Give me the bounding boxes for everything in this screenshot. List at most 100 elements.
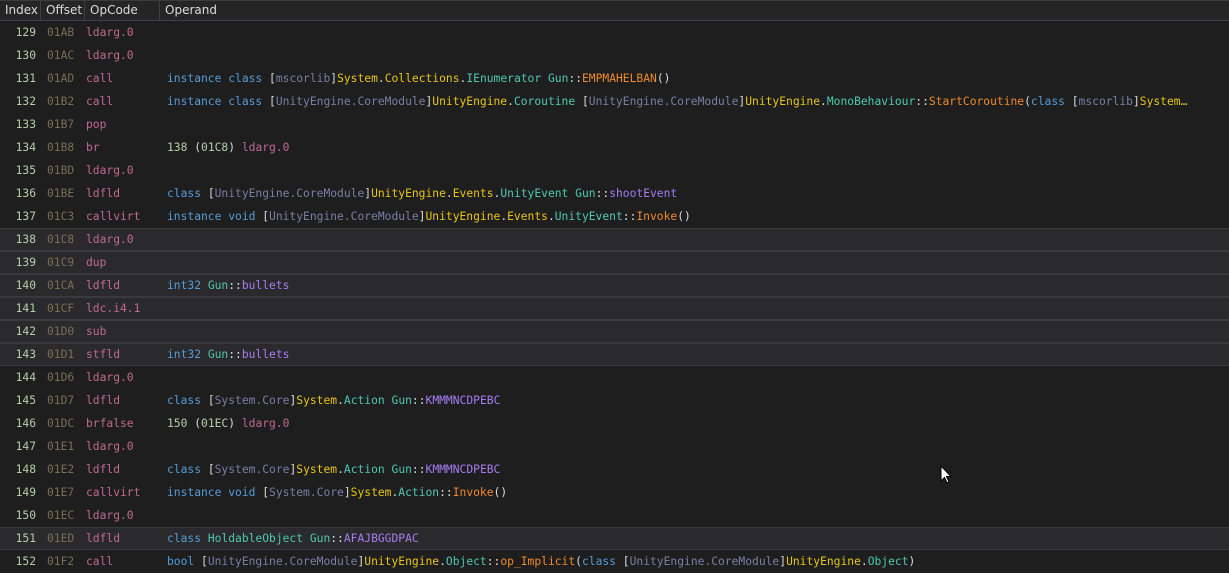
instruction-operand: 138 (01C8) ldarg.0 — [167, 141, 1229, 154]
operand-token: System — [296, 394, 338, 407]
operand-token: :: — [330, 532, 344, 545]
operand-token: UnityEvent — [500, 187, 569, 200]
instruction-index: 129 — [15, 26, 36, 39]
instruction-offset: 01C3 — [47, 210, 75, 223]
instruction-list: 129 01AB ldarg.0 130 01AC ldarg.0 131 01AD call i… — [0, 21, 1229, 573]
operand-token: ( — [187, 417, 202, 430]
instruction-row[interactable]: 140 01CA ldfld int32 Gun::bullets — [0, 274, 1229, 297]
operand-token: ldarg.0 — [241, 141, 290, 154]
operand-token: Action — [398, 486, 440, 499]
instruction-row[interactable]: 133 01B7 pop — [0, 113, 1229, 136]
operand-token: UnityEngine.CoreModule — [269, 210, 419, 223]
operand-token: :: — [595, 187, 610, 200]
operand-token: Gun — [391, 463, 412, 476]
operand-token: [ — [207, 463, 215, 476]
instruction-opcode: ldfld — [86, 187, 121, 200]
instruction-index: 135 — [15, 164, 36, 177]
instruction-index: 137 — [15, 210, 36, 223]
instruction-index: 136 — [15, 187, 36, 200]
instruction-row[interactable]: 149 01E7 callvirt instance void [System.Cor… — [0, 481, 1229, 504]
instruction-row[interactable]: 136 01BE ldfld class [UnityEngine.CoreModul… — [0, 182, 1229, 205]
instruction-row[interactable]: 139 01C9 dup — [0, 251, 1229, 274]
instruction-operand: int32 Gun::bullets — [167, 279, 1229, 292]
instruction-row[interactable]: 135 01BD ldarg.0 — [0, 159, 1229, 182]
operand-token: mscorlib — [1078, 95, 1133, 108]
instruction-operand: instance class [mscorlib]System.Collecti… — [167, 72, 1229, 85]
operand-token: ( — [1024, 95, 1031, 108]
instruction-offset: 01E1 — [47, 440, 75, 453]
instruction-index: 144 — [15, 371, 36, 384]
operand-token: HoldableObject — [207, 532, 304, 545]
instruction-row[interactable]: 150 01EC ldarg.0 — [0, 504, 1229, 527]
operand-token: KMMMNCDPEBC — [425, 463, 501, 476]
instruction-index: 147 — [15, 440, 36, 453]
operand-token: Object — [445, 555, 487, 568]
operand-token: :: — [228, 348, 242, 361]
column-header-offset[interactable]: Offset — [41, 1, 85, 20]
instruction-row[interactable]: 148 01E2 ldfld class [System.Core]System.Ac… — [0, 458, 1229, 481]
operand-token: . — [445, 187, 453, 200]
operand-token: shootEvent — [609, 187, 678, 200]
instruction-row[interactable]: 144 01D6 ldarg.0 — [0, 366, 1229, 389]
instruction-index: 130 — [15, 49, 36, 62]
instruction-row[interactable]: 130 01AC ldarg.0 — [0, 44, 1229, 67]
operand-token: Events — [507, 210, 548, 223]
instruction-row[interactable]: 137 01C3 callvirt instance void [UnityEngin… — [0, 205, 1229, 228]
instruction-index: 134 — [15, 141, 36, 154]
instruction-opcode: ldc.i4.1 — [86, 302, 141, 315]
instruction-row[interactable]: 146 01DC brfalse 150 (01EC) ldarg.0 — [0, 412, 1229, 435]
operand-token: bool — [167, 555, 202, 568]
operand-token: [ — [269, 95, 276, 108]
instruction-offset: 01BD — [47, 164, 75, 177]
instruction-row[interactable]: 132 01B2 call instance class [UnityEngine.C… — [0, 90, 1229, 113]
instruction-offset: 01D6 — [47, 371, 75, 384]
column-header-index[interactable]: Index — [0, 1, 41, 20]
operand-token: AFAJBGGDPAC — [343, 532, 419, 545]
operand-token — [541, 72, 548, 85]
operand-token: UnityEngine.CoreModule — [588, 95, 739, 108]
instruction-opcode: call — [86, 555, 114, 568]
instruction-row[interactable]: 131 01AD call instance class [mscorlib]Syst… — [0, 67, 1229, 90]
operand-token — [385, 463, 392, 476]
operand-token: . — [337, 463, 344, 476]
instruction-opcode: ldarg.0 — [86, 371, 134, 384]
instruction-opcode: ldarg.0 — [86, 49, 134, 62]
operand-token: UnityEngine — [371, 187, 446, 200]
column-header-opcode[interactable]: OpCode — [85, 1, 160, 20]
operand-token: UnityEngine.CoreModule — [275, 95, 426, 108]
instruction-row[interactable]: 141 01CF ldc.i4.1 — [0, 297, 1229, 320]
operand-token: instance void — [167, 486, 263, 499]
instruction-offset: 01AC — [47, 49, 75, 62]
instruction-index: 133 — [15, 118, 36, 131]
instruction-row[interactable]: 151 01ED ldfld class HoldableObject Gun::AF… — [0, 527, 1229, 550]
instruction-index: 145 — [15, 394, 36, 407]
operand-token: . — [860, 555, 868, 568]
operand-token: UnityEngine.CoreModule — [207, 555, 358, 568]
instruction-row[interactable]: 147 01E1 ldarg.0 — [0, 435, 1229, 458]
instruction-operand: bool [UnityEngine.CoreModule]UnityEngine… — [167, 555, 1229, 568]
operand-token: [ — [575, 95, 589, 108]
instruction-row[interactable]: 143 01D1 stfld int32 Gun::bullets — [0, 343, 1229, 366]
operand-token: ] — [1132, 95, 1140, 108]
instruction-opcode: ldarg.0 — [86, 164, 134, 177]
operand-token: [ — [262, 486, 270, 499]
instruction-row[interactable]: 152 01F2 call bool [UnityEngine.CoreModule]… — [0, 550, 1229, 573]
operand-token: mscorlib — [275, 72, 331, 85]
operand-token: Gun — [575, 187, 596, 200]
operand-token: Invoke — [636, 210, 678, 223]
instruction-opcode: ldarg.0 — [86, 26, 134, 39]
operand-token: System — [350, 486, 392, 499]
column-header-operand[interactable]: Operand — [160, 1, 1229, 20]
operand-token: [ — [201, 555, 208, 568]
operand-token: class — [167, 532, 208, 545]
instruction-row[interactable]: 138 01C8 ldarg.0 — [0, 228, 1229, 251]
instruction-offset: 01CF — [47, 302, 75, 315]
operand-token: ( — [187, 141, 202, 154]
operand-token: class — [581, 555, 623, 568]
instruction-index: 138 — [15, 233, 36, 246]
instruction-row[interactable]: 129 01AB ldarg.0 — [0, 21, 1229, 44]
instruction-row[interactable]: 145 01D7 ldfld class [System.Core]System.Ac… — [0, 389, 1229, 412]
mouse-cursor-icon — [940, 465, 952, 484]
instruction-row[interactable]: 134 01B8 br 138 (01C8) ldarg.0 — [0, 136, 1229, 159]
instruction-row[interactable]: 142 01D0 sub — [0, 320, 1229, 343]
